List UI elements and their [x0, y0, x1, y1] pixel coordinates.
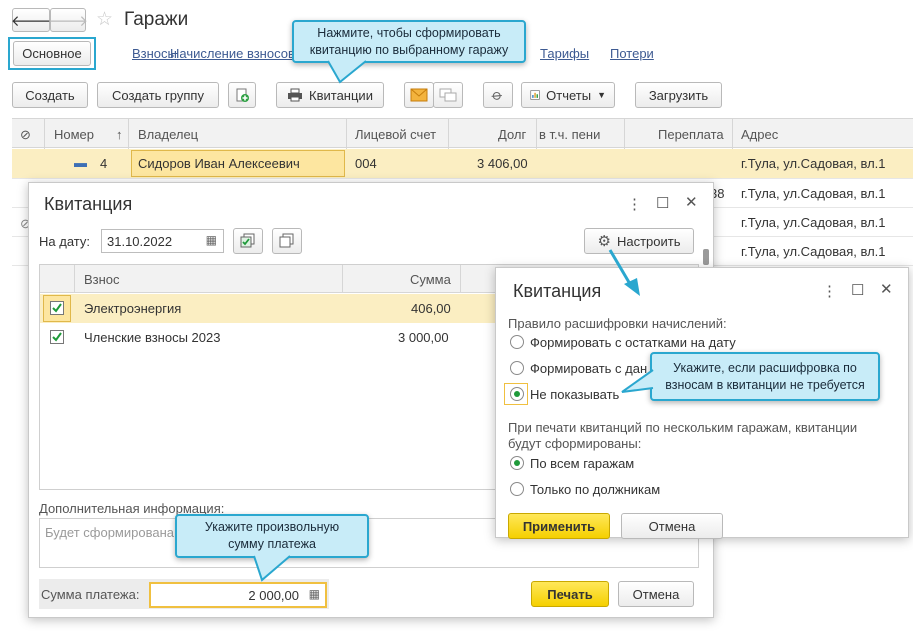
arrow-right-icon: 🡒: [47, 12, 89, 30]
column-penalty[interactable]: в т.ч. пени: [539, 127, 600, 142]
checkbox-checked-icon[interactable]: [50, 301, 64, 315]
column-sum: Сумма: [410, 272, 451, 287]
row-number: 4: [100, 156, 108, 171]
create-button[interactable]: Создать: [12, 82, 88, 108]
date-label: На дату:: [39, 234, 90, 249]
receipts-button[interactable]: Квитанции: [276, 82, 384, 108]
uncheck-all-button[interactable]: [272, 228, 302, 254]
printer-icon: [288, 88, 303, 102]
settings-cancel-button[interactable]: Отмена: [621, 513, 723, 539]
more-icon[interactable]: ⋮: [822, 282, 837, 300]
settings-window: Квитанция ⋮ ☐ ✕ Правило расшифровки начи…: [495, 267, 909, 539]
radio-with-balances[interactable]: [510, 335, 524, 349]
radio-debtors-only[interactable]: [510, 482, 524, 496]
maximize-icon[interactable]: ☐: [656, 194, 669, 212]
amount-input[interactable]: 2 000,00 ▦: [149, 582, 327, 608]
tooltip-receipts: Нажмите, чтобы сформировать квитанцию по…: [292, 20, 526, 63]
radio-with-data[interactable]: [510, 361, 524, 375]
settings-pointer-arrow: [608, 249, 640, 296]
column-contribution: Взнос: [84, 272, 120, 287]
amount-label: Сумма платежа:: [41, 587, 140, 602]
row-address: г.Тула, ул.Садовая, вл.1: [741, 244, 886, 259]
paperclip-icon: ⌀: [488, 85, 507, 105]
table-row[interactable]: ▬ 4 Сидоров Иван Алексеевич 004 3 406,00…: [12, 149, 913, 179]
check-all-button[interactable]: [233, 228, 263, 254]
rule-label: Правило расшифровки начислений:: [508, 316, 727, 331]
radio-all-garages[interactable]: [510, 456, 524, 470]
radio-hide[interactable]: [510, 387, 524, 401]
back-button[interactable]: 🡐: [10, 8, 52, 32]
envelope-button[interactable]: [404, 82, 434, 108]
row-debt: 3 406,00: [477, 156, 528, 171]
tab-main-button[interactable]: Основное: [13, 41, 91, 66]
option-hide[interactable]: Не показывать: [530, 387, 619, 402]
close-icon[interactable]: ✕: [880, 280, 893, 298]
load-button[interactable]: Загрузить: [635, 82, 722, 108]
column-account[interactable]: Лицевой счет: [355, 127, 436, 142]
forward-button[interactable]: 🡒: [47, 8, 89, 32]
page-title: Гаражи: [124, 9, 189, 30]
tab-losses[interactable]: Потери: [610, 46, 654, 61]
reports-button[interactable]: Отчеты ▼: [521, 82, 615, 108]
tooltip-pointer: [327, 60, 367, 84]
tab-tariffs[interactable]: Тарифы: [540, 46, 589, 61]
date-input[interactable]: 31.10.2022 ▦: [101, 229, 224, 253]
star-icon[interactable]: ☆: [96, 8, 113, 31]
chat-button[interactable]: [433, 82, 463, 108]
attach-button[interactable]: ⌀: [483, 82, 513, 108]
column-debt[interactable]: Долг: [498, 127, 526, 142]
calendar-icon[interactable]: ▦: [206, 233, 217, 247]
check-all-icon: [240, 233, 255, 248]
print-button[interactable]: Печать: [531, 581, 609, 607]
attachment-column-icon: ⊘: [20, 127, 31, 142]
more-icon[interactable]: ⋮: [627, 195, 642, 213]
add-file-button[interactable]: [228, 82, 256, 108]
settings-title: Квитанция: [513, 281, 602, 301]
option-debtors-only[interactable]: Только по должникам: [530, 482, 660, 497]
cancel-button[interactable]: Отмена: [618, 581, 694, 607]
close-icon[interactable]: ✕: [685, 193, 698, 211]
option-with-balances[interactable]: Формировать с остатками на дату: [530, 335, 736, 350]
row-marker-icon: ▬: [74, 155, 87, 170]
apply-button[interactable]: Применить: [508, 513, 610, 539]
row-owner: Сидоров Иван Алексеевич: [138, 156, 300, 171]
create-group-button[interactable]: Создать группу: [97, 82, 219, 108]
uncheck-all-icon: [279, 233, 294, 248]
arrow-left-icon: 🡐: [10, 12, 52, 30]
column-overpayment[interactable]: Переплата: [658, 127, 724, 142]
chat-icon: [439, 88, 457, 102]
row-address: г.Тула, ул.Садовая, вл.1: [741, 186, 886, 201]
tooltip-pointer: [253, 555, 291, 582]
tooltip-pointer: [621, 369, 654, 393]
report-icon: [530, 90, 540, 100]
column-address[interactable]: Адрес: [741, 127, 778, 142]
receipt-title: Квитанция: [44, 194, 133, 214]
print-rule-label-1: При печати квитанций по нескольким гараж…: [508, 420, 858, 435]
checkbox-checked-icon[interactable]: [50, 330, 64, 344]
print-rule-label-2: будут сформированы:: [508, 436, 642, 451]
tooltip-amount: Укажите произвольную сумму платежа: [175, 514, 369, 558]
sort-arrow-icon: ↑: [116, 127, 123, 142]
tab-accruals[interactable]: Начисление взносов: [170, 46, 295, 61]
column-number[interactable]: Номер: [54, 127, 94, 142]
row-address: г.Тула, ул.Садовая, вл.1: [741, 156, 886, 171]
chevron-down-icon: ▼: [597, 90, 606, 100]
add-document-icon: [236, 88, 249, 102]
column-owner[interactable]: Владелец: [138, 127, 198, 142]
option-all-garages[interactable]: По всем гаражам: [530, 456, 634, 471]
calculator-icon[interactable]: ▦: [309, 587, 320, 601]
tooltip-decode: Укажите, если расшифровка по взносам в к…: [650, 352, 880, 401]
grid-header: ⊘ Номер ↑ Владелец Лицевой счет Долг в т…: [12, 118, 913, 149]
maximize-icon[interactable]: ☐: [851, 281, 864, 299]
row-account: 004: [355, 156, 377, 171]
row-address: г.Тула, ул.Садовая, вл.1: [741, 215, 886, 230]
envelope-icon: [410, 88, 428, 102]
